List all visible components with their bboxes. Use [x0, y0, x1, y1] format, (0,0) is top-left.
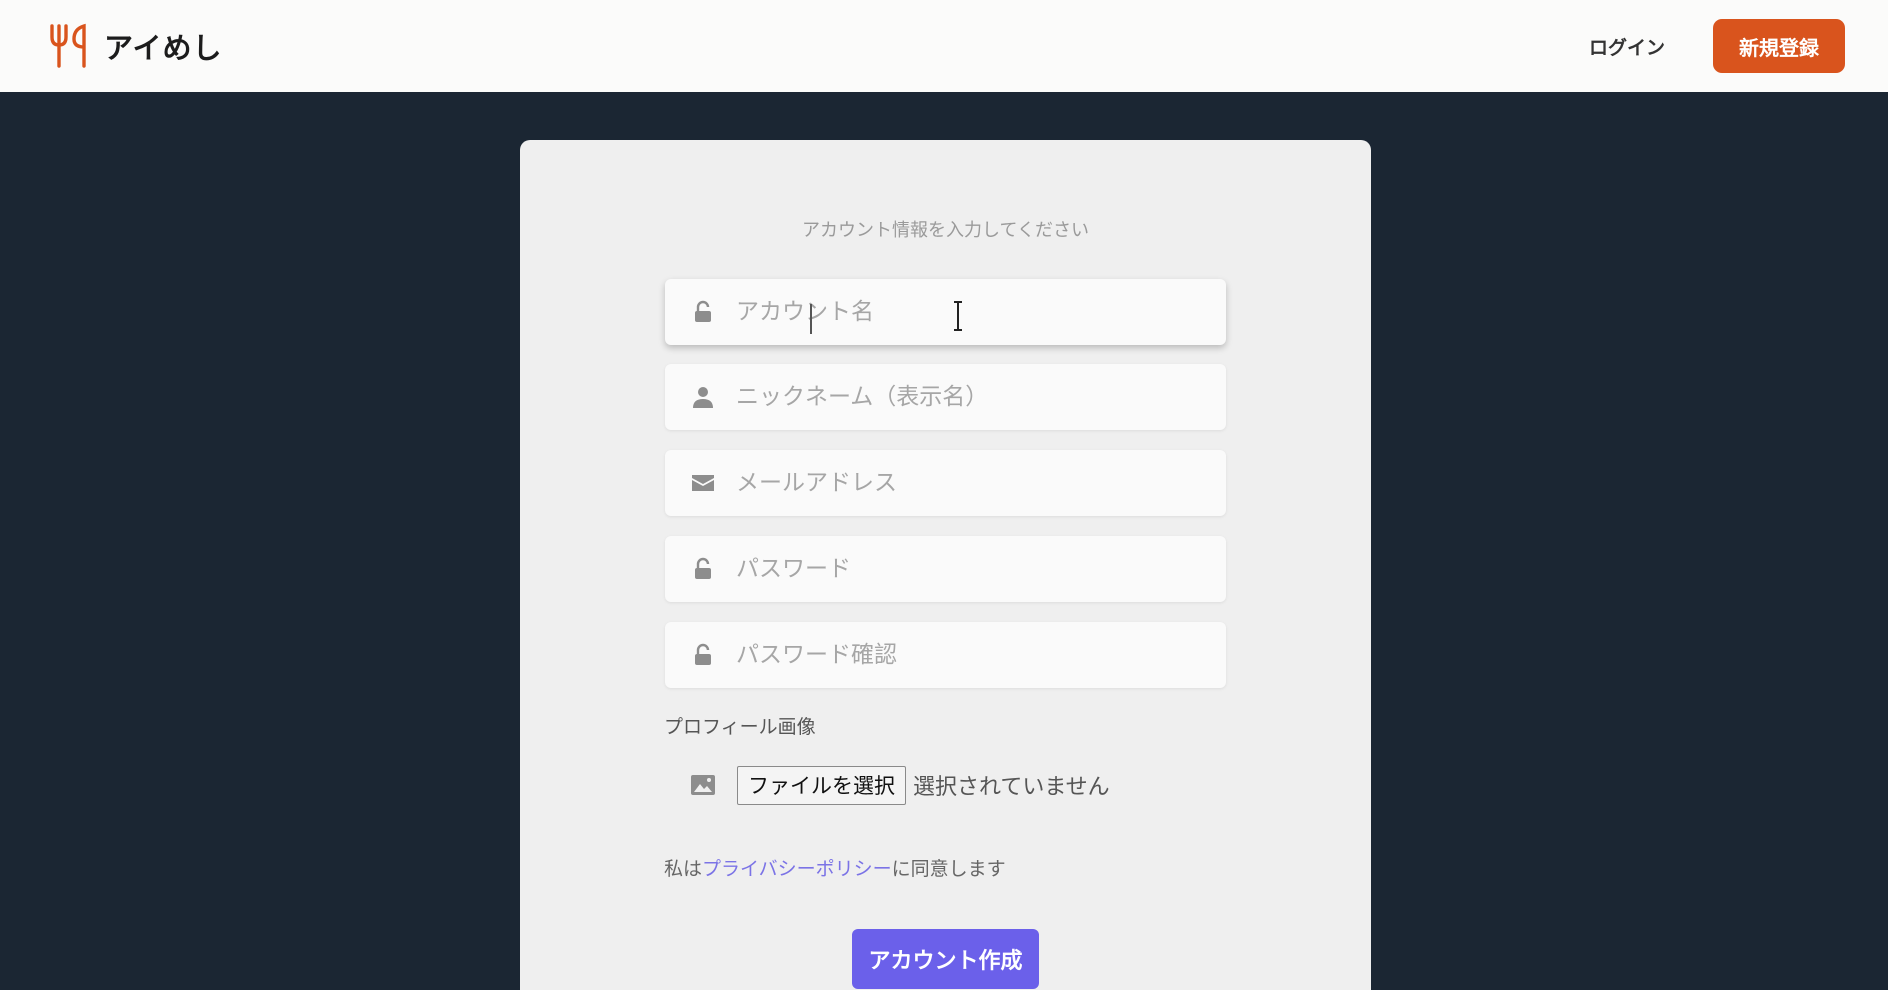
file-status: 選択されていません [913, 775, 1110, 800]
top-navbar: アイめし ログイン 新規登録 [0, 0, 1888, 92]
app-name: アイめし [104, 31, 223, 65]
agree-suffix: に同意します [891, 858, 1006, 880]
profile-image-field: ファイルを選択 選択されていません [665, 754, 1226, 816]
user-icon [690, 384, 716, 410]
signup-card: アカウント情報を入力してください プロフィール画像 [520, 140, 1371, 990]
password-input[interactable] [736, 536, 1226, 602]
privacy-policy-link[interactable]: プライバシーポリシー [702, 858, 892, 880]
lock-icon [690, 299, 716, 325]
create-account-button[interactable]: アカウント作成 [852, 929, 1039, 989]
header-nav: ログイン 新規登録 [1589, 19, 1845, 73]
fork-knife-logo-icon [50, 23, 86, 68]
nickname-input[interactable] [736, 364, 1226, 430]
email-input[interactable] [736, 450, 1226, 516]
signup-button[interactable]: 新規登録 [1713, 19, 1845, 73]
lock-icon [690, 556, 716, 582]
nickname-field[interactable] [665, 364, 1226, 430]
image-icon [689, 772, 717, 798]
privacy-agreement: 私はプライバシーポリシーに同意します [664, 854, 1006, 881]
password-field[interactable] [665, 536, 1226, 602]
profile-image-label: プロフィール画像 [664, 716, 816, 738]
agree-prefix: 私は [664, 858, 703, 880]
text-caret [810, 304, 812, 334]
lock-icon [690, 642, 716, 668]
email-field[interactable] [665, 450, 1226, 516]
password-confirm-input[interactable] [736, 622, 1226, 688]
login-link[interactable]: ログイン [1589, 33, 1665, 60]
form-subtitle: アカウント情報を入力してください [802, 220, 1089, 241]
envelope-icon [690, 470, 716, 496]
brand[interactable]: アイめし [48, 23, 223, 69]
password-confirm-field[interactable] [665, 622, 1226, 688]
ibeam-cursor-icon [954, 301, 962, 331]
choose-file-button[interactable]: ファイルを選択 [737, 765, 906, 805]
account-name-field[interactable] [665, 279, 1226, 345]
